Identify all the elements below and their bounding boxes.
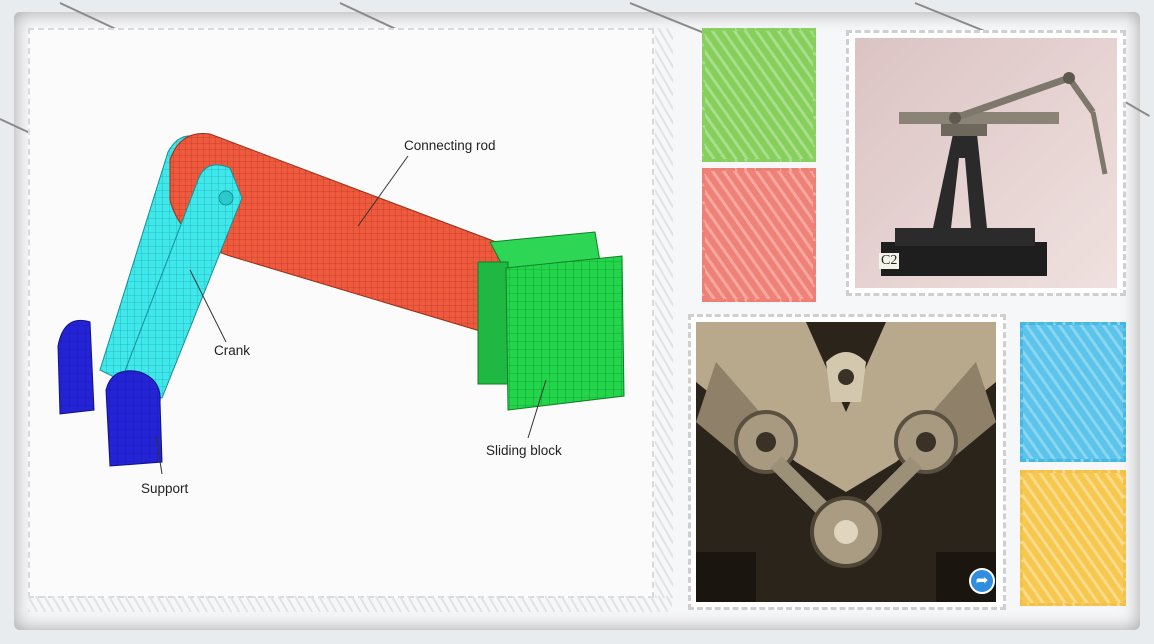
label-crank: Crank [214, 343, 251, 358]
model-tag: C2 [879, 253, 900, 269]
sliding-block-side [477, 261, 509, 385]
hatch-divider-vertical [655, 28, 673, 598]
mechanism-model-photo [855, 38, 1117, 288]
label-support: Support [141, 481, 189, 496]
yellow-scribble-tile [1020, 470, 1126, 606]
redo-arrow-icon[interactable]: ➦ [969, 568, 995, 594]
mechanism-diagram-panel [28, 28, 654, 598]
support-back [57, 320, 95, 415]
sliding-block-shape [505, 255, 625, 411]
label-sliding-block: Sliding block [486, 443, 562, 458]
hatch-divider-horizontal [28, 596, 672, 612]
support-shape [105, 370, 163, 467]
engine-illustration [696, 322, 996, 602]
red-scribble-tile [702, 168, 816, 302]
v-engine-photo [696, 322, 996, 602]
slider-crank-mesh-diagram [57, 133, 625, 475]
blue-scribble-tile [1020, 322, 1126, 462]
crank-pin [218, 190, 234, 206]
green-scribble-tile [702, 28, 816, 162]
label-connecting-rod: Connecting rod [404, 138, 496, 153]
mechanism-model-illustration [881, 72, 1108, 276]
